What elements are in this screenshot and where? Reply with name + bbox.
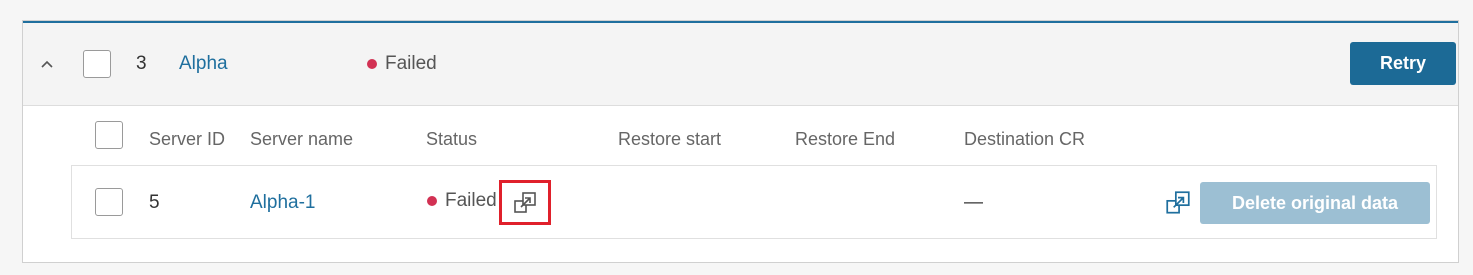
row-server-id: 5 — [149, 192, 160, 213]
row-select-checkbox[interactable] — [95, 188, 123, 216]
row-server-name-link[interactable]: Alpha-1 — [250, 191, 316, 215]
row-destination-cr: — — [964, 192, 983, 213]
status-failed-dot — [367, 59, 377, 69]
status-details-highlight — [499, 180, 551, 225]
group-status-label: Failed — [385, 53, 437, 74]
external-link-icon[interactable] — [1164, 189, 1192, 217]
server-group-panel: 3 Alpha Failed Retry Server ID Server na… — [22, 20, 1459, 263]
group-number: 3 — [136, 53, 147, 74]
row-status: Failed — [427, 189, 497, 213]
retry-button[interactable]: Retry — [1350, 42, 1456, 85]
status-failed-dot — [427, 196, 437, 206]
external-link-icon[interactable] — [512, 190, 538, 216]
group-header: 3 Alpha Failed Retry — [23, 23, 1458, 106]
delete-original-data-button[interactable]: Delete original data — [1200, 182, 1430, 224]
column-header-server-name[interactable]: Server name — [250, 129, 353, 150]
row-status-label: Failed — [445, 190, 497, 211]
chevron-up-icon[interactable] — [39, 56, 55, 72]
column-header-status[interactable]: Status — [426, 129, 477, 150]
column-header-destination-cr[interactable]: Destination CR — [964, 129, 1085, 150]
group-select-checkbox[interactable] — [83, 50, 111, 78]
column-header-restore-start[interactable]: Restore start — [618, 129, 721, 150]
select-all-checkbox[interactable] — [95, 121, 123, 149]
group-status: Failed — [367, 52, 437, 76]
group-name-link[interactable]: Alpha — [179, 52, 228, 76]
column-header-server-id[interactable]: Server ID — [149, 129, 225, 150]
column-header-restore-end[interactable]: Restore End — [795, 129, 895, 150]
